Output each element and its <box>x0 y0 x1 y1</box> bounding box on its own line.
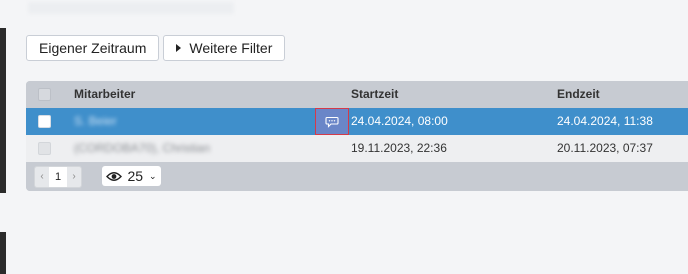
more-filters-button[interactable]: Weitere Filter <box>163 35 286 61</box>
current-page[interactable]: 1 <box>49 167 67 187</box>
more-filters-label: Weitere Filter <box>189 40 273 56</box>
row-checkbox[interactable] <box>38 142 51 155</box>
table-header: Mitarbeiter Startzeit Endzeit <box>26 81 688 108</box>
left-edge-bar-lower <box>0 232 6 274</box>
page-size-select[interactable]: 25 ⌄ <box>102 166 161 186</box>
comment-button[interactable] <box>315 108 349 135</box>
page-size-value: 25 <box>127 168 144 184</box>
time-entries-table: Mitarbeiter Startzeit Endzeit S. Beier 2… <box>26 81 688 191</box>
custom-period-label: Eigener Zeitraum <box>39 40 147 56</box>
chevron-down-icon: ⌄ <box>149 170 157 181</box>
employee-name: (CORDOBA70), Christian <box>74 141 211 155</box>
page-navigation: ‹ 1 › <box>34 166 82 188</box>
column-header-end[interactable]: Endzeit <box>557 81 600 108</box>
table-row[interactable]: (CORDOBA70), Christian 19.11.2023, 22:36… <box>26 135 688 162</box>
eye-icon <box>106 171 123 181</box>
next-page-button[interactable]: › <box>67 167 81 187</box>
filter-toolbar: Eigener Zeitraum Weitere Filter <box>26 35 286 61</box>
row-checkbox[interactable] <box>38 115 51 128</box>
table-row[interactable]: S. Beier 24.04.2024, 08:00 24.04.2024, 1… <box>26 108 688 135</box>
pagination-bar: ‹ 1 › 25 ⌄ <box>26 162 688 191</box>
column-header-employee[interactable]: Mitarbeiter <box>74 81 135 108</box>
left-edge-bar <box>0 28 6 193</box>
employee-name: S. Beier <box>74 114 117 128</box>
prev-page-button[interactable]: ‹ <box>35 167 49 187</box>
end-time: 20.11.2023, 07:37 <box>557 141 653 155</box>
caret-right-icon <box>176 44 182 52</box>
blurred-header-area <box>28 2 234 14</box>
custom-period-button[interactable]: Eigener Zeitraum <box>26 35 160 61</box>
end-time: 24.04.2024, 11:38 <box>557 114 653 128</box>
start-time: 19.11.2023, 22:36 <box>351 141 447 155</box>
select-all-checkbox[interactable] <box>38 88 51 101</box>
start-time: 24.04.2024, 08:00 <box>351 114 448 128</box>
column-header-start[interactable]: Startzeit <box>351 81 398 108</box>
comment-icon <box>325 116 339 128</box>
